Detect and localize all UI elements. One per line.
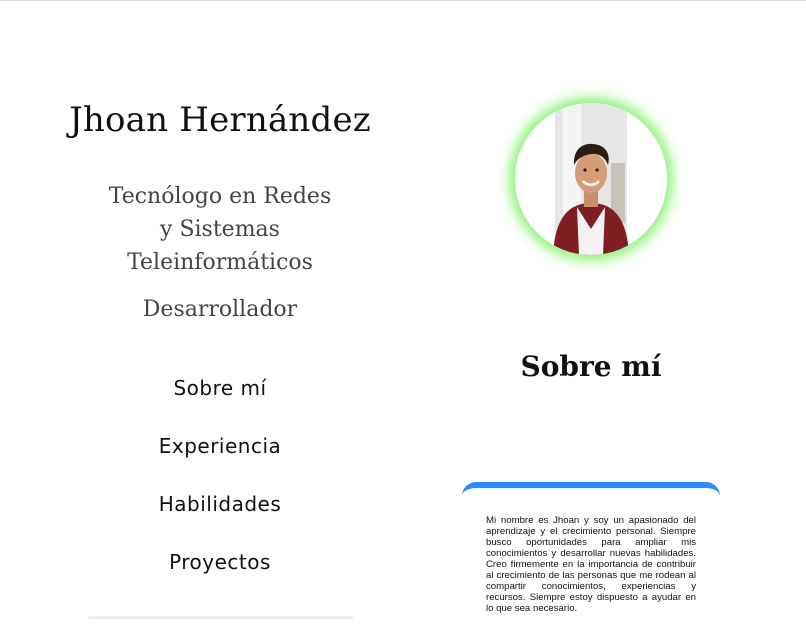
nav-item-experiencia[interactable]: Experiencia	[0, 428, 440, 486]
profile-role: Desarrollador	[142, 297, 298, 322]
avatar	[515, 103, 667, 255]
about-section-title: Sobre mí	[520, 350, 662, 383]
profile-subtitle: Tecnólogo en Redes y Sistemas Teleinform…	[0, 180, 440, 279]
profile-name: Jhoan Hernández	[69, 100, 371, 140]
subtitle-line: Tecnólogo en Redes	[108, 184, 332, 209]
profile-photo-icon	[515, 103, 667, 255]
about-card: Mi nombre es Jhoan y soy un apasionado d…	[462, 482, 720, 632]
nav-item-proyectos[interactable]: Proyectos	[0, 544, 440, 602]
profile-sidebar: Jhoan Hernández Tecnólogo en Redes y Sis…	[0, 0, 440, 620]
nav-item-habilidades[interactable]: Habilidades	[0, 486, 440, 544]
sidebar-bottom-divider	[88, 616, 353, 619]
about-text: Mi nombre es Jhoan y soy un apasionado d…	[486, 515, 696, 614]
subtitle-line: Teleinformáticos	[127, 250, 313, 275]
nav-item-sobre-mi[interactable]: Sobre mí	[0, 370, 440, 428]
subtitle-line: y Sistemas	[160, 217, 280, 242]
main-nav: Sobre mí Experiencia Habilidades Proyect…	[0, 370, 440, 602]
